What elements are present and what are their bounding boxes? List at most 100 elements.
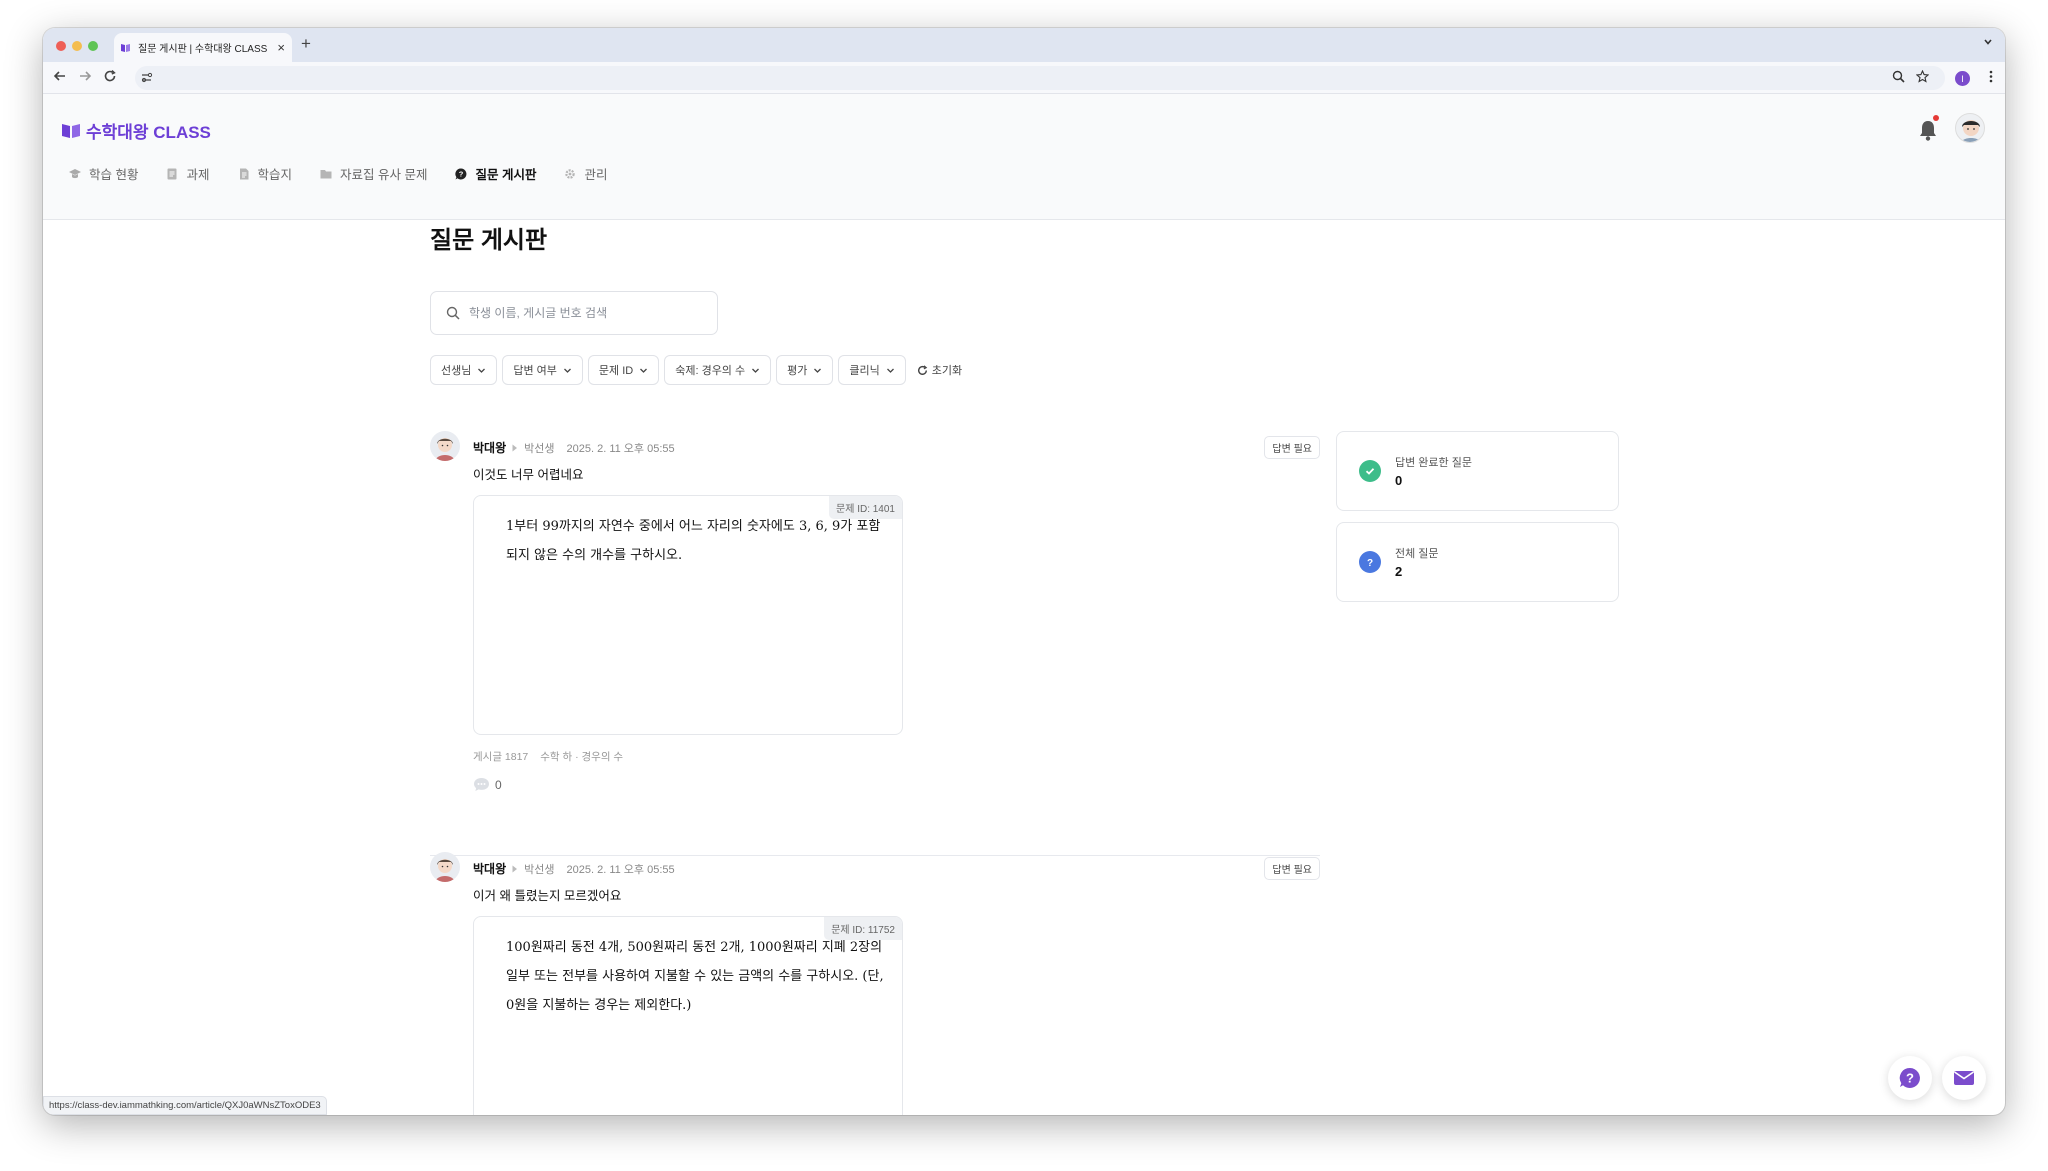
notification-bell-icon[interactable] bbox=[1917, 118, 1939, 142]
post-author[interactable]: 박대왕 bbox=[473, 439, 506, 456]
post-meta: 박대왕 박선생 2025. 2. 11 오후 05:55 bbox=[473, 860, 675, 877]
maximize-window-button[interactable] bbox=[88, 41, 98, 51]
nav-label: 학습 현황 bbox=[89, 168, 139, 182]
message-fab-button[interactable] bbox=[1942, 1056, 1986, 1100]
post-teacher: 박선생 bbox=[524, 442, 555, 455]
question-circle-icon: ? bbox=[1359, 551, 1381, 573]
post-item[interactable]: 박대왕 박선생 2025. 2. 11 오후 05:55 답변 필요 이것도 너… bbox=[430, 431, 1320, 831]
problem-card[interactable]: 문제 ID: 11752 100원짜리 동전 4개, 500원짜리 동전 2개,… bbox=[473, 916, 903, 1115]
mail-icon bbox=[1954, 1071, 1974, 1085]
filter-assessment[interactable]: 평가 bbox=[776, 355, 834, 385]
help-bubble-icon: ? bbox=[1899, 1067, 1920, 1088]
nav-label: 질문 게시판 bbox=[475, 168, 537, 182]
filter-label: 문제 ID bbox=[598, 365, 634, 377]
filter-homework[interactable]: 숙제: 경우의 수 bbox=[664, 355, 772, 385]
nav-label: 자료집 유사 문제 bbox=[340, 168, 428, 182]
status-bar-url: https://class-dev.iammathking.com/articl… bbox=[43, 1096, 327, 1115]
reset-filters-button[interactable]: 초기화 bbox=[917, 355, 962, 385]
filter-label: 클리닉 bbox=[849, 365, 880, 377]
nav-label: 학습지 bbox=[257, 168, 293, 182]
user-avatar[interactable] bbox=[1955, 113, 1985, 143]
filter-label: 평가 bbox=[787, 365, 808, 377]
browser-menu-icon[interactable] bbox=[1989, 70, 1993, 83]
comment-count[interactable]: 0 bbox=[473, 777, 502, 792]
search-icon bbox=[446, 306, 460, 320]
tab-close-icon[interactable]: × bbox=[277, 40, 285, 55]
main-nav: 학습 현황 과제 학습지 자료집 유사 문제 ? 질문 게시판 관리 bbox=[69, 164, 635, 183]
tab-search-chevron-icon[interactable] bbox=[1983, 37, 1993, 47]
filter-label: 선생님 bbox=[441, 365, 472, 377]
post-category: 수학 하 · 경우의 수 bbox=[540, 751, 624, 763]
reset-label: 초기화 bbox=[931, 365, 963, 377]
close-window-button[interactable] bbox=[56, 41, 66, 51]
post-meta: 박대왕 박선생 2025. 2. 11 오후 05:55 bbox=[473, 439, 675, 456]
student-face-icon bbox=[435, 859, 455, 882]
post-date: 2025. 2. 11 오후 05:55 bbox=[566, 442, 675, 455]
post-item[interactable]: 박대왕 박선생 2025. 2. 11 오후 05:55 답변 필요 이거 왜 … bbox=[430, 852, 1320, 1115]
nav-item-question-board[interactable]: ? 질문 게시판 bbox=[455, 164, 536, 183]
arrow-right-icon bbox=[512, 865, 518, 872]
app-logo[interactable]: 수학대왕 CLASS bbox=[62, 118, 211, 143]
forward-icon[interactable] bbox=[78, 69, 92, 83]
filter-clinic[interactable]: 클리닉 bbox=[838, 355, 906, 385]
post-date: 2025. 2. 11 오후 05:55 bbox=[566, 863, 675, 876]
post-text: 이거 왜 틀렸는지 모르겠어요 bbox=[473, 889, 622, 903]
nav-label: 과제 bbox=[186, 168, 210, 182]
problem-text: 1부터 99까지의 자연수 중에서 어느 자리의 숫자에도 3, 6, 9가 포… bbox=[506, 519, 881, 563]
student-face-icon bbox=[435, 438, 455, 461]
stat-value: 0 bbox=[1395, 473, 1403, 488]
app-header: 수학대왕 CLASS 학습 현황 과제 학습지 자료집 유사 문제 ? 질문 게… bbox=[43, 94, 2005, 220]
bookmark-star-icon[interactable] bbox=[1916, 70, 1929, 83]
nav-item-assignments[interactable]: 과제 bbox=[166, 164, 210, 183]
help-fab-button[interactable]: ? bbox=[1888, 1056, 1932, 1100]
post-number: 게시글 1817 bbox=[473, 751, 529, 763]
back-icon[interactable] bbox=[53, 69, 67, 83]
svg-text:?: ? bbox=[1367, 558, 1373, 568]
user-face-icon bbox=[1961, 120, 1981, 142]
chevron-down-icon bbox=[752, 368, 760, 373]
browser-tab[interactable]: 질문 게시판 | 수학대왕 CLASS × bbox=[114, 33, 292, 62]
tab-title: 질문 게시판 | 수학대왕 CLASS bbox=[138, 44, 268, 55]
filter-problem-id[interactable]: 문제 ID bbox=[587, 355, 660, 385]
status-badge: 답변 필요 bbox=[1264, 857, 1320, 880]
book-logo-icon bbox=[62, 123, 80, 138]
chevron-down-icon bbox=[640, 368, 648, 373]
page-title: 질문 게시판 bbox=[430, 227, 548, 254]
tab-strip: 질문 게시판 | 수학대왕 CLASS × + bbox=[43, 28, 2005, 62]
student-avatar bbox=[430, 431, 460, 461]
filter-teacher[interactable]: 선생님 bbox=[430, 355, 498, 385]
reload-icon[interactable] bbox=[103, 69, 117, 83]
nav-item-similar-problems[interactable]: 자료집 유사 문제 bbox=[320, 164, 427, 183]
search-box[interactable] bbox=[430, 291, 718, 335]
nav-item-management[interactable]: 관리 bbox=[564, 164, 607, 183]
post-author[interactable]: 박대왕 bbox=[473, 860, 506, 877]
filter-label: 숙제: 경우의 수 bbox=[675, 365, 746, 377]
stat-value: 2 bbox=[1395, 564, 1403, 579]
question-bubble-icon: ? bbox=[455, 167, 467, 179]
nav-label: 관리 bbox=[584, 168, 608, 182]
browser-toolbar: I bbox=[43, 62, 2005, 94]
filter-label: 답변 여부 bbox=[513, 365, 557, 377]
new-tab-icon[interactable]: + bbox=[301, 34, 311, 54]
check-circle-icon bbox=[1359, 460, 1381, 482]
logo-text: 수학대왕 CLASS bbox=[86, 123, 211, 142]
zoom-icon[interactable] bbox=[1892, 70, 1905, 83]
address-bar[interactable] bbox=[135, 66, 1945, 90]
chevron-down-icon bbox=[814, 368, 822, 373]
filter-answer-status[interactable]: 답변 여부 bbox=[502, 355, 583, 385]
comment-count-value: 0 bbox=[495, 777, 502, 792]
refresh-icon bbox=[917, 364, 927, 375]
nav-item-learning-status[interactable]: 학습 현황 bbox=[69, 164, 138, 183]
search-input[interactable] bbox=[469, 303, 709, 323]
minimize-window-button[interactable] bbox=[72, 41, 82, 51]
nav-item-worksheets[interactable]: 학습지 bbox=[238, 164, 293, 183]
filter-bar: 선생님 답변 여부 문제 ID 숙제: 경우의 수 평가 클리닉 초기화 bbox=[430, 355, 962, 385]
site-settings-icon[interactable] bbox=[140, 71, 153, 84]
gear-icon bbox=[565, 168, 576, 179]
worksheet-icon bbox=[239, 168, 248, 179]
problem-card[interactable]: 문제 ID: 1401 1부터 99까지의 자연수 중에서 어느 자리의 숫자에… bbox=[473, 495, 903, 735]
browser-profile-avatar[interactable]: I bbox=[1955, 71, 1970, 86]
tab-favicon-icon bbox=[121, 43, 130, 52]
post-footer: 게시글 1817 수학 하 · 경우의 수 bbox=[473, 749, 623, 764]
stat-card-total: ? 전체 질문 2 bbox=[1336, 522, 1619, 602]
